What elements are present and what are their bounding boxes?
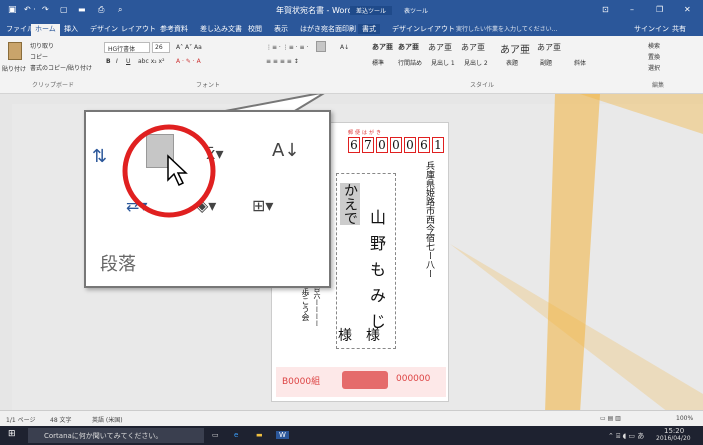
format-painter-button[interactable]: 書式のコピー/貼り付け — [30, 63, 92, 72]
tab-file[interactable]: ファイル — [6, 24, 34, 34]
tab-view[interactable]: 表示 — [274, 24, 288, 34]
tab-review[interactable]: 校閲 — [248, 24, 262, 34]
zoom-level[interactable]: 100% — [676, 415, 693, 422]
bold-icon[interactable]: B — [106, 58, 111, 65]
tab-table-layout[interactable]: レイアウト — [420, 24, 455, 34]
border-icon: ⊞▾ — [252, 196, 274, 215]
taskbar: ⊞ Cortanaに何か聞いてみてください。 ▭ e ▬ W ⌃ ⌸ ◖ ▭ あ… — [0, 426, 703, 445]
paste-button[interactable]: 貼り付け — [2, 64, 26, 73]
minimize-icon[interactable]: – — [630, 5, 634, 14]
select-button[interactable]: 選択 — [648, 63, 660, 72]
tab-home[interactable]: ホーム — [31, 24, 60, 36]
document-title: 年賀状宛名書 - Word — [276, 6, 353, 15]
ribbon-tabs: ファイル ホーム 挿入 デザイン レイアウト 参考資料 差し込み文書 校閲 表示… — [0, 22, 703, 36]
style-heading2[interactable]: あア亜 — [461, 42, 485, 53]
replace-button[interactable]: 置換 — [648, 52, 660, 61]
font-color-icon[interactable]: A · ✎ · A — [176, 58, 201, 65]
line-spacing-icon: ⇅ — [92, 146, 108, 167]
title-bar: ▣ ↶ · ↷ ▢ ▬ ⎙ ⌕ 年賀状宛名書 - Word 差込ツール 表ツール… — [0, 0, 703, 22]
font-group-label: フォント — [196, 82, 221, 89]
style-name-nospacing: 行間詰め — [398, 60, 423, 67]
cut-button[interactable]: 切り取り — [30, 41, 54, 50]
style-name-title: 表題 — [506, 60, 519, 67]
tell-me-box[interactable]: 実行したい作業を入力してください... — [456, 24, 557, 33]
mouse-cursor-icon — [167, 154, 188, 187]
clock-time[interactable]: 15:20 — [664, 427, 684, 435]
preview-icon[interactable]: ⌕ — [118, 5, 122, 15]
word-taskbar-icon[interactable]: W — [276, 431, 289, 439]
style-nospacing[interactable]: あア亜 — [398, 42, 419, 52]
strike-icon[interactable]: abc x₂ x² — [138, 58, 165, 65]
underline-icon[interactable]: U — [126, 58, 130, 65]
zoom-callout: ⇅ x̄▾ A↓ ⇄▾ ◈▾ ⊞▾ 段落 — [84, 110, 331, 288]
style-heading1[interactable]: あア亜 — [428, 42, 452, 53]
editing-group-label: 編集 — [652, 82, 665, 89]
sort-icon-zoomed: A↓ — [272, 140, 300, 161]
tab-insert[interactable]: 挿入 — [64, 24, 78, 34]
signin-link[interactable]: サインイン — [634, 24, 669, 34]
ribbon: 貼り付け 切り取り コピー 書式のコピー/貼り付け クリップボード HG行書体 … — [0, 36, 703, 94]
open-icon[interactable]: ▬ — [78, 5, 86, 14]
style-name-h1: 見出し 1 — [431, 60, 455, 67]
paragraph-group-label: 段落 — [100, 254, 136, 275]
share-button[interactable]: 共有 — [672, 24, 686, 34]
tab-design[interactable]: デザイン — [90, 24, 118, 34]
tab-table-design[interactable]: デザイン — [392, 24, 420, 34]
style-name-h2: 見出し 2 — [464, 60, 488, 67]
style-subtitle[interactable]: あア亜 — [537, 42, 561, 53]
edge-icon[interactable]: e — [234, 431, 238, 439]
status-bar: 1/1 ページ 48 文字 英語 (米国) ▭ ▤ ▥ 100% — [0, 410, 703, 426]
style-title[interactable]: あア亜 — [500, 41, 530, 56]
style-name-subtitle: 副題 — [540, 60, 553, 67]
sort-icon[interactable]: A↓ — [340, 44, 349, 51]
font-grow-icon[interactable]: A˄ A˅ Aa — [176, 44, 202, 51]
explorer-icon[interactable]: ▬ — [256, 431, 263, 439]
list-icons[interactable]: ⋮≡ · ⋮≡ · ≡ · — [266, 44, 308, 51]
maximize-icon[interactable]: ❐ — [656, 5, 663, 14]
save-icon[interactable]: ▣ — [8, 5, 17, 15]
tray-icons[interactable]: ⌃ ⌸ ◖ ▭ あ — [608, 431, 644, 441]
context-tools-table: 表ツール — [404, 8, 429, 15]
italic-icon[interactable]: I — [116, 58, 118, 65]
tab-postcard[interactable]: はがき宛名面印刷 — [300, 24, 356, 34]
style-name-italic: 斜体 — [574, 60, 587, 67]
cortana-placeholder: Cortanaに何か聞いてみてください。 — [44, 432, 163, 440]
page-count[interactable]: 1/1 ページ — [6, 415, 35, 424]
tab-references[interactable]: 参考資料 — [160, 24, 188, 34]
text-direction-button[interactable] — [316, 41, 326, 52]
align-icons[interactable]: ≡ ≡ ≡ ≡ ↕ — [266, 58, 299, 65]
language-status[interactable]: 英語 (米国) — [92, 415, 123, 424]
tab-mailings[interactable]: 差し込み文書 — [200, 24, 242, 34]
print-icon[interactable]: ⎙ — [98, 5, 104, 15]
paste-icon[interactable] — [8, 42, 22, 60]
redo-icon[interactable]: ↷ — [42, 5, 49, 14]
windows-start-icon[interactable]: ⊞ — [8, 429, 16, 439]
style-standard[interactable]: あア亜 — [372, 42, 393, 52]
find-button[interactable]: 検索 — [648, 41, 660, 50]
font-name-value: HG行書体 — [108, 46, 136, 53]
copy-button[interactable]: コピー — [30, 52, 48, 61]
tab-format[interactable]: 書式 — [358, 24, 380, 34]
close-icon[interactable]: ✕ — [684, 5, 691, 14]
context-tools-mailmerge: 差込ツール — [350, 6, 393, 15]
clipboard-group-label: クリップボード — [32, 82, 75, 89]
clock-date[interactable]: 2016/04/20 — [656, 435, 691, 442]
tab-layout[interactable]: レイアウト — [121, 24, 156, 34]
undo-icon[interactable]: ↶ · — [24, 5, 36, 14]
styles-group-label: スタイル — [470, 82, 495, 89]
style-name-standard: 標準 — [372, 60, 385, 67]
new-doc-icon[interactable]: ▢ — [60, 5, 68, 14]
font-size-value: 26 — [155, 44, 163, 51]
task-view-icon[interactable]: ▭ — [212, 431, 219, 439]
view-buttons[interactable]: ▭ ▤ ▥ — [600, 415, 621, 422]
ribbon-display-icon[interactable]: ⊡ — [602, 5, 609, 14]
word-count[interactable]: 48 文字 — [50, 415, 72, 424]
